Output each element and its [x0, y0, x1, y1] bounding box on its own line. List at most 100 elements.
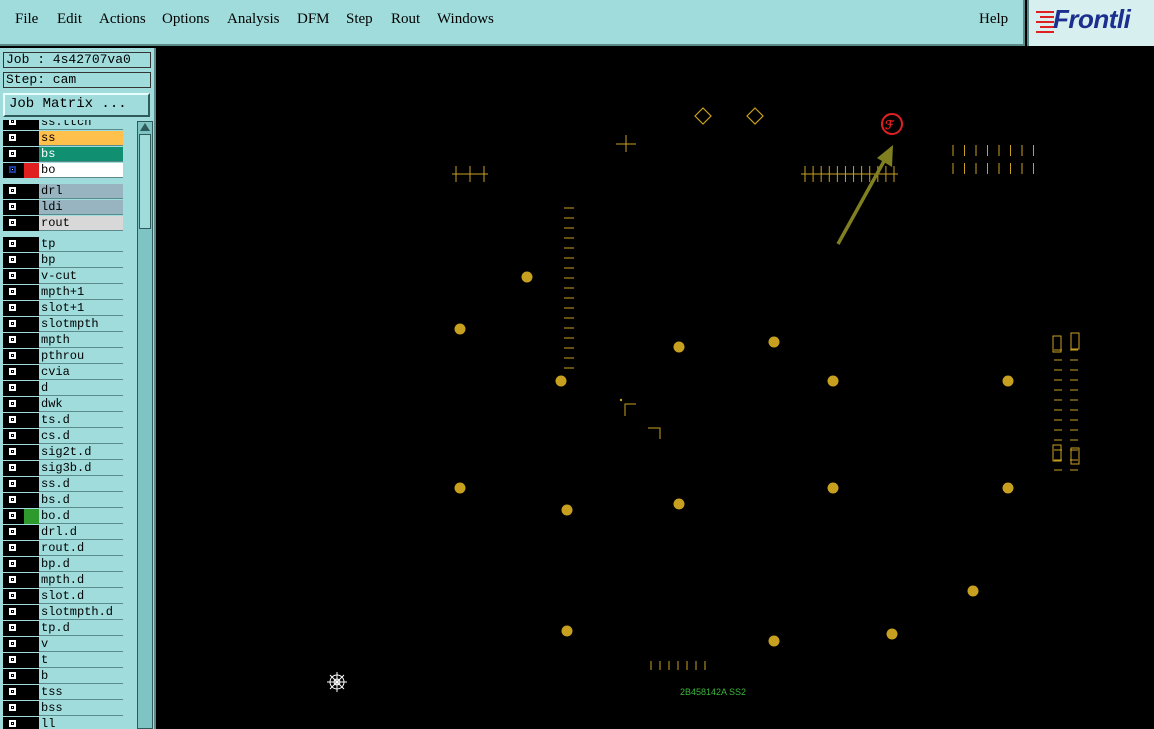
layer-checkbox[interactable]: [8, 319, 17, 328]
layer-row-bp-d[interactable]: bp.d: [3, 557, 125, 572]
layer-color-indicator[interactable]: [24, 131, 39, 146]
layer-row-ldi[interactable]: ldi: [3, 200, 125, 215]
layer-checkbox[interactable]: [8, 351, 17, 360]
layer-name[interactable]: ts.d: [39, 413, 123, 428]
layer-color-indicator[interactable]: [24, 269, 39, 284]
layer-row-bp[interactable]: bp: [3, 253, 125, 268]
layer-checkbox[interactable]: [8, 303, 17, 312]
layer-row-t[interactable]: t: [3, 653, 125, 668]
menu-analysis[interactable]: Analysis: [227, 11, 280, 28]
layer-checkbox[interactable]: [8, 218, 17, 227]
job-matrix-button[interactable]: Job Matrix ...: [3, 93, 150, 117]
layer-row-b[interactable]: b: [3, 669, 125, 684]
layer-checkbox[interactable]: [8, 120, 17, 126]
layer-color-indicator[interactable]: [24, 147, 39, 162]
layer-row-bss[interactable]: bss: [3, 701, 125, 716]
layer-row-sig3b-d[interactable]: sig3b.d: [3, 461, 125, 476]
layer-name[interactable]: sig3b.d: [39, 461, 123, 476]
layer-color-indicator[interactable]: [24, 605, 39, 620]
layer-row-v-cut[interactable]: v-cut: [3, 269, 125, 284]
layer-name[interactable]: bo: [39, 163, 123, 178]
layer-name[interactable]: bp.d: [39, 557, 123, 572]
layer-checkbox[interactable]: [8, 415, 17, 424]
layer-row-slot-1[interactable]: slot+1: [3, 301, 125, 316]
layer-row-slot-d[interactable]: slot.d: [3, 589, 125, 604]
layer-color-indicator[interactable]: [24, 461, 39, 476]
layer-name[interactable]: slot.d: [39, 589, 123, 604]
layer-color-indicator[interactable]: [24, 237, 39, 252]
layer-checkbox[interactable]: [8, 495, 17, 504]
layer-color-indicator[interactable]: [24, 669, 39, 684]
layer-color-indicator[interactable]: [24, 493, 39, 508]
layer-checkbox[interactable]: [8, 719, 17, 728]
layer-color-indicator[interactable]: [24, 381, 39, 396]
layer-checkbox[interactable]: [8, 463, 17, 472]
layer-color-indicator[interactable]: [24, 397, 39, 412]
layer-checkbox[interactable]: [8, 623, 17, 632]
layer-name[interactable]: tss: [39, 685, 123, 700]
layer-checkbox[interactable]: [8, 591, 17, 600]
layer-color-indicator[interactable]: [24, 509, 39, 524]
layer-checkbox[interactable]: [8, 559, 17, 568]
layer-color-indicator[interactable]: [24, 285, 39, 300]
layer-row-mpth[interactable]: mpth: [3, 333, 125, 348]
layer-checkbox[interactable]: [8, 165, 17, 174]
layer-color-indicator[interactable]: [24, 589, 39, 604]
layer-row-ts-d[interactable]: ts.d: [3, 413, 125, 428]
layer-row-mpth-d[interactable]: mpth.d: [3, 573, 125, 588]
layer-checkbox[interactable]: [8, 383, 17, 392]
layer-name[interactable]: slot+1: [39, 301, 123, 316]
layer-row-ll[interactable]: ll: [3, 717, 125, 729]
layer-color-indicator[interactable]: [24, 621, 39, 636]
layer-name[interactable]: bss: [39, 701, 123, 716]
layer-color-indicator[interactable]: [24, 717, 39, 729]
layer-checkbox[interactable]: [8, 655, 17, 664]
layer-name[interactable]: v: [39, 637, 123, 652]
layer-name[interactable]: bo.d: [39, 509, 123, 524]
layer-checkbox[interactable]: [8, 671, 17, 680]
layer-name[interactable]: bs: [39, 147, 123, 162]
layer-row-tp[interactable]: tp: [3, 237, 125, 252]
layer-color-indicator[interactable]: [24, 365, 39, 380]
layer-checkbox[interactable]: [8, 447, 17, 456]
layer-color-indicator[interactable]: [24, 525, 39, 540]
layer-name[interactable]: sig2t.d: [39, 445, 123, 460]
layer-color-indicator[interactable]: [24, 413, 39, 428]
layer-checkbox[interactable]: [8, 186, 17, 195]
menu-edit[interactable]: Edit: [57, 11, 82, 28]
layer-name[interactable]: cvia: [39, 365, 123, 380]
layer-color-indicator[interactable]: [24, 216, 39, 231]
layer-color-indicator[interactable]: [24, 685, 39, 700]
layer-name[interactable]: v-cut: [39, 269, 123, 284]
layer-row-tss[interactable]: tss: [3, 685, 125, 700]
layer-name[interactable]: tp: [39, 237, 123, 252]
layer-color-indicator[interactable]: [24, 317, 39, 332]
layer-checkbox[interactable]: [8, 255, 17, 264]
layer-color-indicator[interactable]: [24, 253, 39, 268]
layer-name[interactable]: slotmpth.d: [39, 605, 123, 620]
layer-name[interactable]: ss.ttch: [39, 120, 123, 130]
board-view[interactable]: ℱ: [158, 48, 1154, 729]
layer-color-indicator[interactable]: [24, 301, 39, 316]
layer-name[interactable]: tp.d: [39, 621, 123, 636]
layer-name[interactable]: cs.d: [39, 429, 123, 444]
layer-name[interactable]: ss: [39, 131, 123, 146]
layer-color-indicator[interactable]: [24, 557, 39, 572]
layer-checkbox[interactable]: [8, 543, 17, 552]
layer-checkbox[interactable]: [8, 133, 17, 142]
layer-checkbox[interactable]: [8, 202, 17, 211]
layer-checkbox[interactable]: [8, 271, 17, 280]
layer-name[interactable]: bp: [39, 253, 123, 268]
layer-name[interactable]: d: [39, 381, 123, 396]
layer-color-indicator[interactable]: [24, 429, 39, 444]
layer-row-dwk[interactable]: dwk: [3, 397, 125, 412]
layer-checkbox[interactable]: [8, 639, 17, 648]
graphics-canvas[interactable]: ℱ 2B458142A SS2: [158, 48, 1154, 729]
layer-name[interactable]: ss.d: [39, 477, 123, 492]
layer-list-scrollbar[interactable]: [137, 121, 153, 729]
layer-color-indicator[interactable]: [24, 163, 39, 178]
layer-row-rout-d[interactable]: rout.d: [3, 541, 125, 556]
menu-help[interactable]: Help: [979, 11, 1008, 28]
layer-row-slotmpth[interactable]: slotmpth: [3, 317, 125, 332]
layer-checkbox[interactable]: [8, 431, 17, 440]
